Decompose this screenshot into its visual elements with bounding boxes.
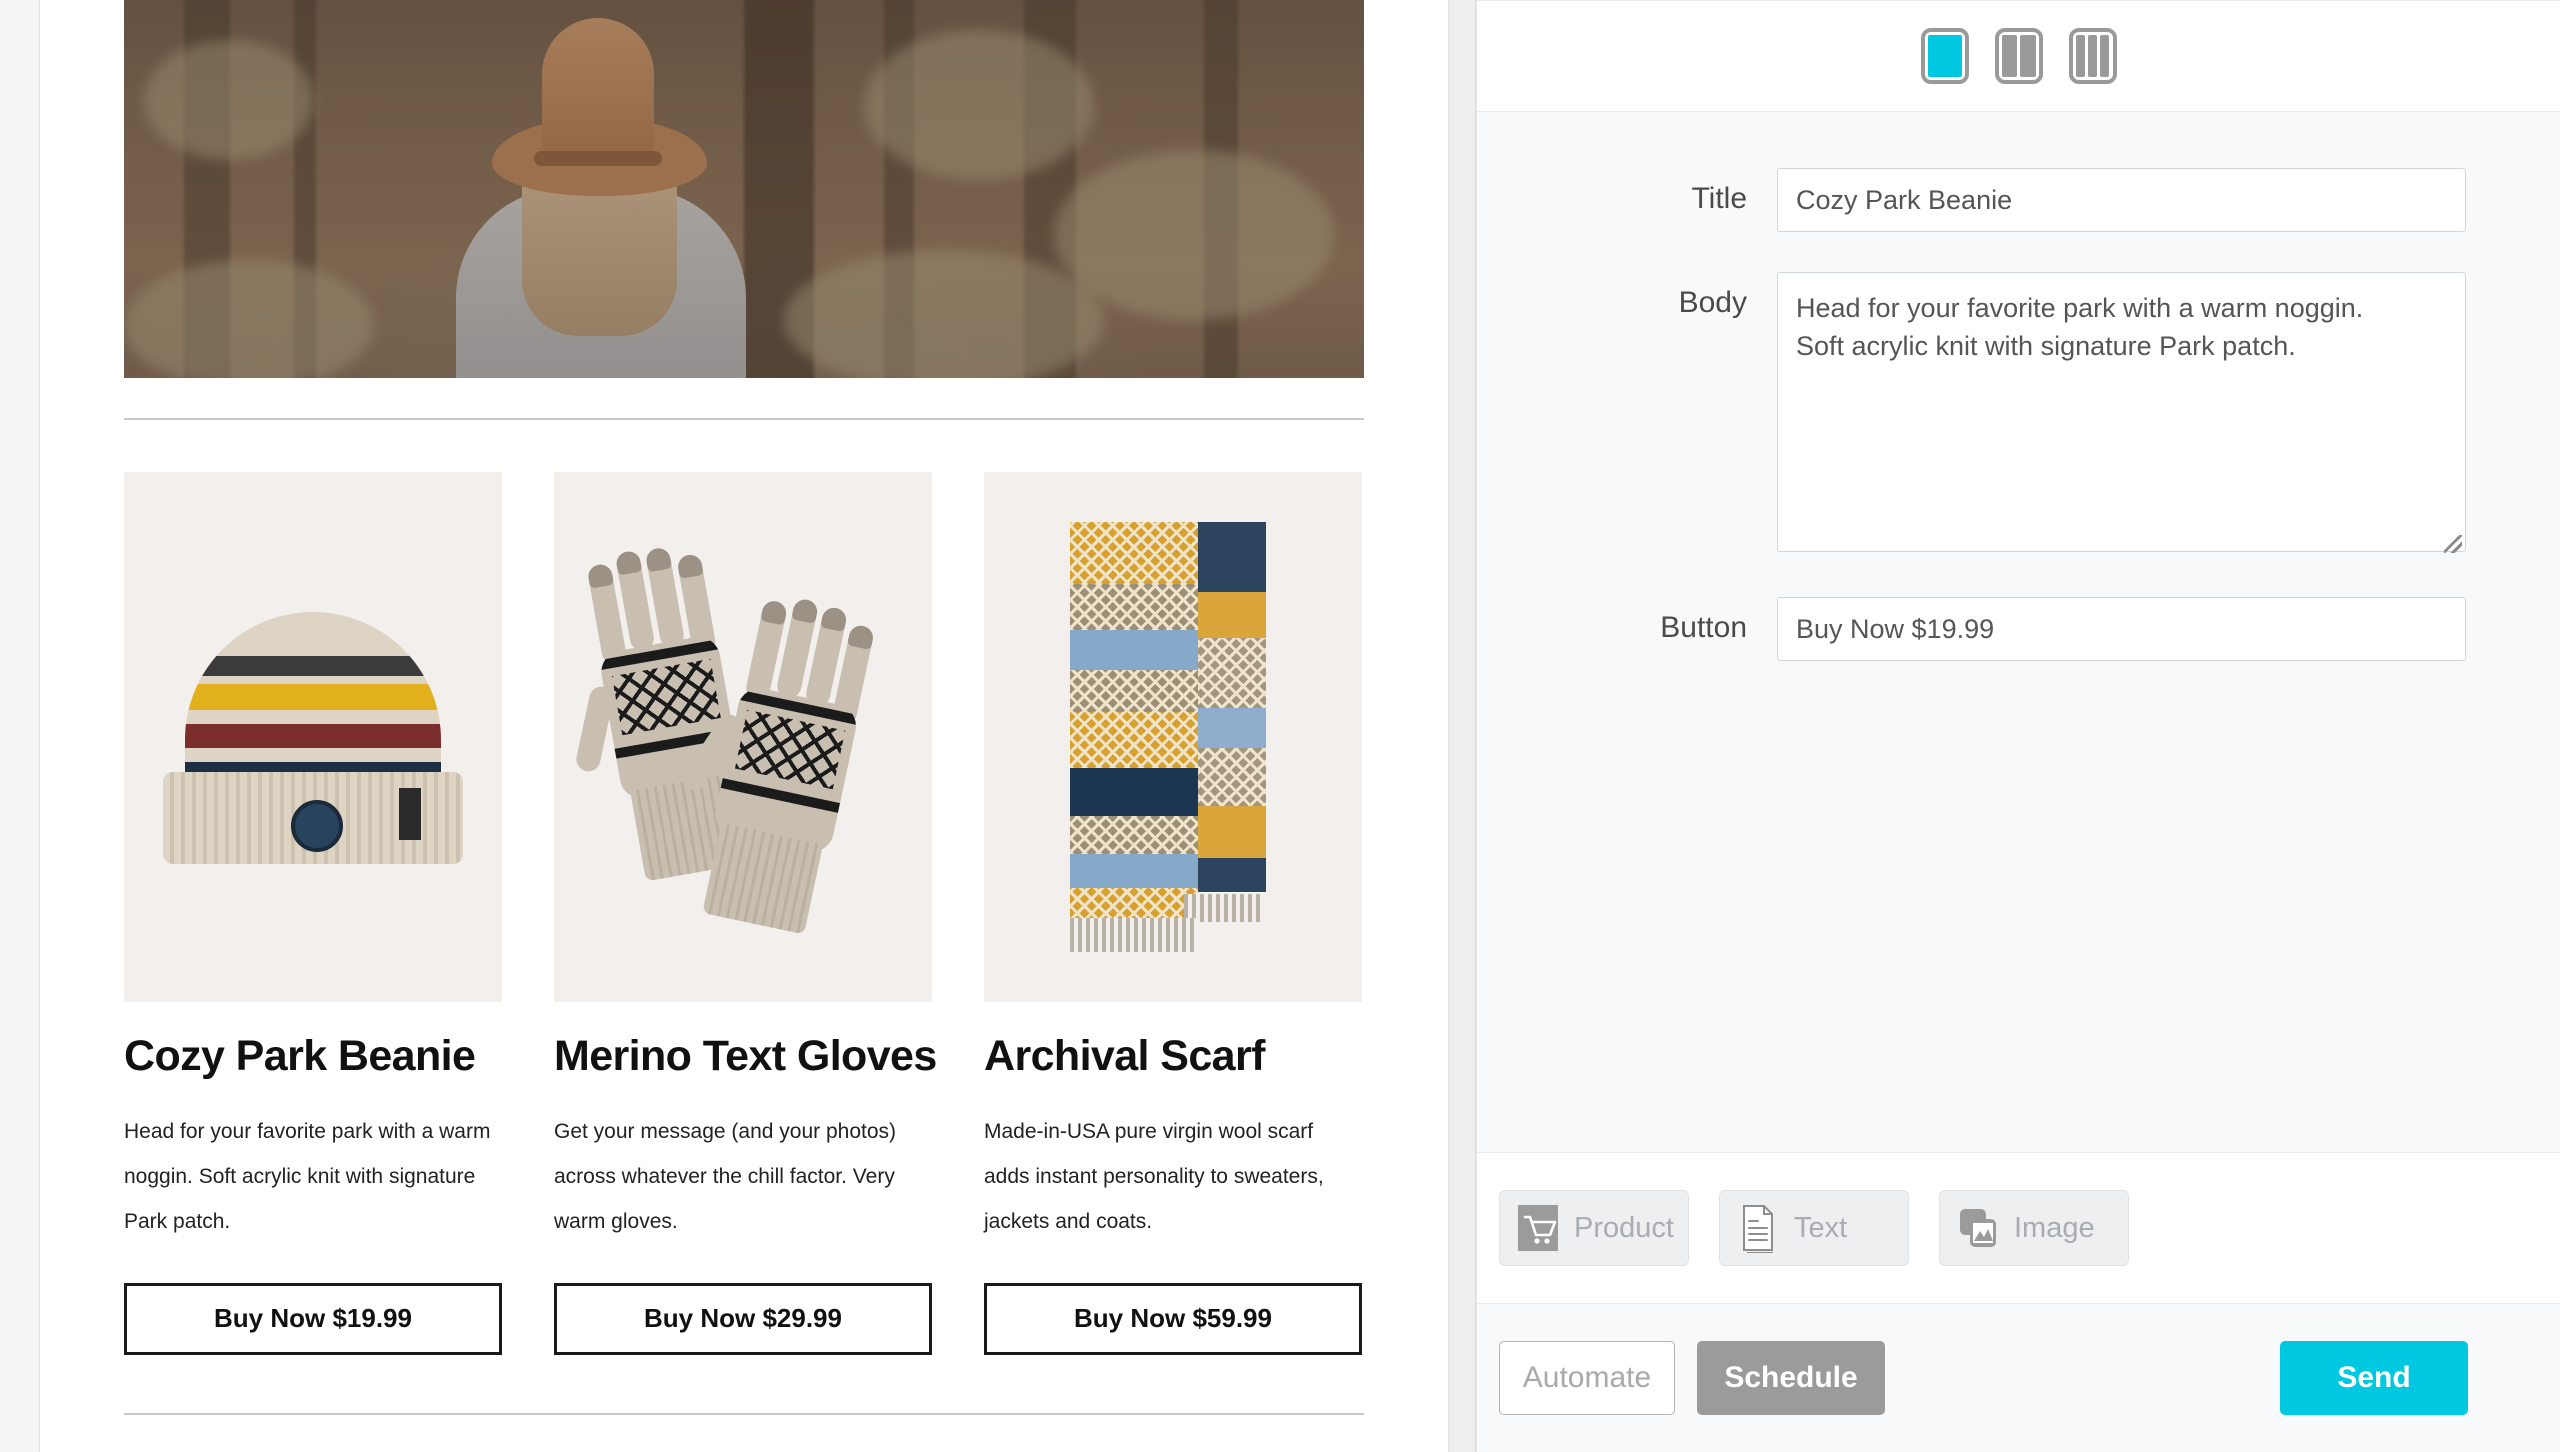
action-bar: Automate Schedule Send <box>1477 1304 2560 1452</box>
left-gutter <box>0 0 40 1452</box>
app-root: Cozy Park Beanie Head for your favorite … <box>0 0 2560 1452</box>
add-text-block-label: Text <box>1794 1211 1848 1244</box>
add-image-block-label: Image <box>2014 1211 2095 1244</box>
layout-selector <box>1477 0 2560 112</box>
hero-image <box>124 0 1364 378</box>
button-label: Button <box>1660 611 1747 644</box>
cart-icon <box>1516 1203 1560 1253</box>
product-card-list: Cozy Park Beanie Head for your favorite … <box>124 472 1364 1355</box>
add-image-block-button[interactable]: Image <box>1939 1190 2129 1266</box>
panel-gutter <box>1448 0 1476 1452</box>
image-icon <box>1956 1203 2000 1253</box>
product-card: Archival Scarf Made-in-USA pure virgin w… <box>984 472 1362 1355</box>
product-image-beanie <box>124 472 502 1002</box>
form-spacer <box>1477 701 2560 1152</box>
preview-divider-bottom <box>124 1412 1364 1415</box>
body-label: Body <box>1678 286 1747 319</box>
product-description: Head for your favorite park with a warm … <box>124 1120 491 1234</box>
product-name: Archival Scarf <box>984 1032 1265 1080</box>
product-image-gloves <box>554 472 932 1002</box>
buy-now-button[interactable]: Buy Now $29.99 <box>554 1282 932 1355</box>
product-card: Merino Text Gloves Get your message (and… <box>554 472 937 1355</box>
layout-option-two-column[interactable] <box>1994 28 2043 84</box>
product-card: Cozy Park Beanie Head for your favorite … <box>124 472 502 1355</box>
layout-option-one-column[interactable] <box>1920 28 1969 84</box>
product-image-scarf <box>984 472 1362 1002</box>
block-edit-form: Title Body Head for your favorite park w… <box>1477 112 2560 701</box>
title-row: Title <box>1477 168 2466 232</box>
body-textarea[interactable]: Head for your favorite park with a warm … <box>1777 272 2466 552</box>
product-name: Cozy Park Beanie <box>124 1032 476 1080</box>
document-icon <box>1736 1203 1780 1254</box>
email-preview-canvas: Cozy Park Beanie Head for your favorite … <box>40 0 1448 1452</box>
preview-divider-top <box>124 418 1364 420</box>
block-type-bar: Product Text Image <box>1477 1152 2560 1304</box>
title-label: Title <box>1691 182 1747 215</box>
editor-panel: Title Body Head for your favorite park w… <box>1476 0 2560 1452</box>
add-product-block-label: Product <box>1574 1211 1674 1244</box>
send-button[interactable]: Send <box>2280 1341 2468 1415</box>
product-description: Get your message (and your photos) acros… <box>554 1120 897 1234</box>
buy-now-button[interactable]: Buy Now $59.99 <box>984 1282 1362 1355</box>
button-text-input[interactable] <box>1777 597 2466 661</box>
automate-button[interactable]: Automate <box>1499 1341 1675 1415</box>
product-description: Made-in-USA pure virgin wool scarf adds … <box>984 1120 1324 1234</box>
add-text-block-button[interactable]: Text <box>1719 1190 1909 1266</box>
layout-option-three-column[interactable] <box>2068 28 2117 84</box>
schedule-button[interactable]: Schedule <box>1697 1341 1885 1415</box>
add-product-block-button[interactable]: Product <box>1499 1190 1689 1266</box>
button-row: Button <box>1477 597 2466 661</box>
product-name: Merino Text Gloves <box>554 1032 937 1080</box>
title-input[interactable] <box>1777 168 2466 232</box>
buy-now-button[interactable]: Buy Now $19.99 <box>124 1282 502 1355</box>
body-row: Body Head for your favorite park with a … <box>1477 272 2466 557</box>
